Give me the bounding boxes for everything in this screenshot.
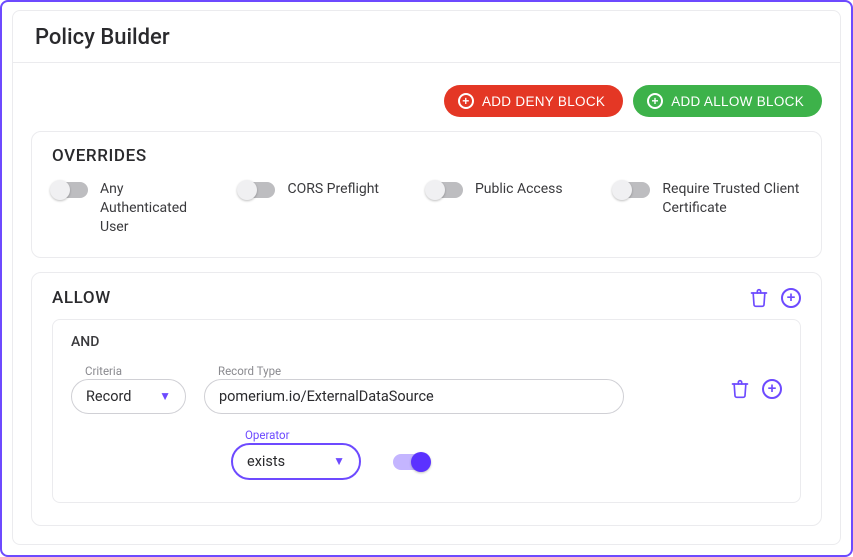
add-allow-block-button[interactable]: + ADD ALLOW BLOCK [633, 85, 822, 117]
trash-icon [730, 378, 750, 400]
operator-value: exists [247, 453, 285, 470]
override-label: Any Authenticated User [100, 180, 207, 237]
overrides-card: OVERRIDES Any Authenticated User CORS Pr… [31, 131, 822, 258]
add-rule-button[interactable]: + [781, 288, 801, 308]
block-button-row: + ADD DENY BLOCK + ADD ALLOW BLOCK [31, 81, 822, 117]
override-label: Require Trusted Client Certificate [662, 180, 801, 218]
trash-icon [749, 287, 769, 309]
rule-logic-operator: AND [71, 334, 782, 350]
record-type-label: Record Type [204, 364, 624, 378]
record-type-input[interactable]: pomerium.io/ExternalDataSource [204, 379, 624, 414]
allow-heading: ALLOW [52, 288, 111, 308]
plus-circle-icon: + [647, 93, 663, 109]
toggle-any-authenticated-user[interactable] [52, 182, 88, 198]
add-allow-block-label: ADD ALLOW BLOCK [671, 94, 804, 109]
overrides-heading: OVERRIDES [52, 146, 801, 166]
criteria-select[interactable]: Record ▼ [71, 379, 186, 414]
add-deny-block-button[interactable]: + ADD DENY BLOCK [444, 85, 623, 117]
override-require-trusted-client-cert: Require Trusted Client Certificate [614, 180, 801, 218]
plus-circle-icon: + [458, 93, 474, 109]
delete-criterion-button[interactable] [730, 378, 750, 400]
override-public-access: Public Access [427, 180, 582, 199]
override-cors-preflight: CORS Preflight [239, 180, 394, 199]
override-any-authenticated-user: Any Authenticated User [52, 180, 207, 237]
policy-builder-panel: Policy Builder + ADD DENY BLOCK + ADD AL… [12, 10, 841, 545]
criteria-label: Criteria [71, 364, 186, 378]
caret-down-icon: ▼ [159, 389, 171, 403]
record-type-value: pomerium.io/ExternalDataSource [219, 388, 434, 405]
operator-label: Operator [231, 428, 361, 442]
operator-select[interactable]: exists ▼ [231, 443, 361, 480]
toggle-public-access[interactable] [427, 182, 463, 198]
allow-card: ALLOW + [31, 272, 822, 526]
caret-down-icon: ▼ [333, 454, 345, 468]
plus-circle-icon: + [762, 379, 782, 399]
criteria-value: Record [86, 388, 131, 405]
delete-allow-block-button[interactable] [749, 287, 769, 309]
override-label: CORS Preflight [287, 180, 379, 199]
panel-header: Policy Builder [13, 11, 840, 63]
toggle-require-trusted-client-cert[interactable] [614, 182, 650, 198]
page-title: Policy Builder [35, 25, 818, 50]
toggle-cors-preflight[interactable] [239, 182, 275, 198]
rule-box: AND Criteria Record ▼ Record Type [52, 319, 801, 503]
add-deny-block-label: ADD DENY BLOCK [482, 94, 605, 109]
add-criterion-button[interactable]: + [762, 379, 782, 399]
override-label: Public Access [475, 180, 563, 199]
operator-toggle[interactable] [393, 454, 429, 470]
plus-circle-icon: + [781, 288, 801, 308]
policy-builder-frame: Policy Builder + ADD DENY BLOCK + ADD AL… [0, 0, 853, 557]
